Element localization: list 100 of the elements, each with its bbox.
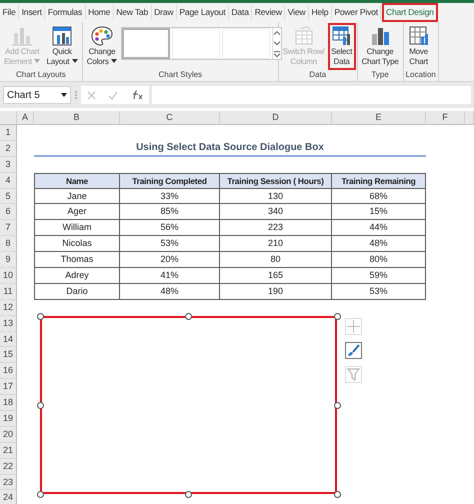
row-header[interactable]: 2 <box>0 140 17 157</box>
row-header[interactable]: 22 <box>0 458 17 475</box>
ribbon-tab[interactable]: Help <box>308 5 332 20</box>
table-cell: 80 <box>220 252 332 268</box>
caret-icon <box>111 59 118 64</box>
bar-chart-icon <box>369 25 392 47</box>
row-header[interactable]: 8 <box>0 236 17 252</box>
ribbon-tab[interactable]: New Tab <box>114 5 152 20</box>
ribbon-button[interactable]: Select Data <box>328 24 355 69</box>
table-cell: 41% <box>120 268 220 284</box>
table-cell: 53% <box>120 236 220 252</box>
grid-icon <box>292 25 315 47</box>
row-header[interactable]: 5 <box>0 188 17 204</box>
table-cell: 340 <box>220 204 332 220</box>
ribbon-tab[interactable]: View <box>285 5 309 20</box>
table-cell: 33% <box>120 188 220 204</box>
grip-icon <box>74 88 78 101</box>
column-heading: Training Session ( Hours) <box>220 172 332 189</box>
table-cell: 85% <box>120 204 220 220</box>
row-header[interactable]: 18 <box>0 395 17 412</box>
row-header[interactable]: 16 <box>0 363 17 380</box>
row-header[interactable]: 4 <box>0 172 17 189</box>
style-thumbnail[interactable] <box>122 28 170 59</box>
grid-chart-icon <box>408 25 430 47</box>
ribbon-tab[interactable]: Review <box>252 5 286 20</box>
ribbon-tab[interactable]: Page Layout <box>176 5 229 20</box>
group-label: Data <box>308 69 328 81</box>
ribbon-button[interactable]: Change Chart Type <box>360 24 401 69</box>
table-cell: 165 <box>220 268 332 284</box>
table-cell: 59% <box>332 268 426 284</box>
resize-handle[interactable] <box>36 312 44 320</box>
table-cell: Nicolas <box>34 236 120 252</box>
column-header[interactable]: F <box>426 111 465 125</box>
group-label: Chart Styles <box>157 69 204 81</box>
row-header[interactable]: 6 <box>0 204 17 220</box>
column-header[interactable]: E <box>332 111 426 125</box>
row-header[interactable]: 21 <box>0 442 17 459</box>
row-header[interactable]: 3 <box>0 156 17 173</box>
row-header[interactable]: 15 <box>0 347 17 364</box>
chart-area[interactable] <box>40 316 337 494</box>
resize-handle[interactable] <box>36 490 44 498</box>
row-header[interactable]: 11 <box>0 284 17 300</box>
row-header[interactable]: 24 <box>0 490 17 504</box>
table-cell: Jane <box>34 188 120 204</box>
row-header[interactable]: 1 <box>0 125 17 141</box>
ribbon-tab[interactable]: Power Pivot <box>332 5 382 20</box>
table-cell: 68% <box>332 188 426 204</box>
resize-handle[interactable] <box>36 402 44 408</box>
table-cell: 20% <box>120 252 220 268</box>
ribbon-tab[interactable]: Draw <box>152 5 177 20</box>
ribbon-button[interactable]: Quick Layout <box>44 24 80 69</box>
more-icon[interactable] <box>273 48 282 59</box>
resize-handle[interactable] <box>185 312 192 320</box>
ribbon-tab[interactable]: Formulas <box>45 5 86 20</box>
table-chart-icon <box>330 25 353 47</box>
column-heading: Training Completed <box>120 172 220 189</box>
check-icon[interactable] <box>108 90 118 100</box>
table-cell: 210 <box>220 236 332 252</box>
column-header[interactable]: D <box>220 111 332 125</box>
layout-icon <box>51 25 74 47</box>
ribbon-button[interactable]: Move Chart <box>406 24 432 69</box>
table-cell: William <box>34 220 120 236</box>
ribbon-tab[interactable]: Insert <box>19 5 46 20</box>
row-header[interactable]: 7 <box>0 220 17 236</box>
table-cell: Adrey <box>34 268 120 284</box>
filter-icon <box>347 368 360 381</box>
column-header[interactable]: C <box>120 111 220 125</box>
row-header[interactable]: 12 <box>0 300 17 316</box>
ribbon-tab[interactable]: File <box>0 5 20 20</box>
table-cell: 15% <box>332 204 426 220</box>
column-header[interactable]: B <box>34 111 120 125</box>
chart-tool-button[interactable] <box>345 342 362 359</box>
ribbon-tab[interactable]: Home <box>86 5 114 20</box>
row-header[interactable]: 10 <box>0 268 17 284</box>
row-header[interactable]: 19 <box>0 411 17 427</box>
row-header[interactable]: 23 <box>0 474 17 490</box>
plus-icon <box>347 320 360 333</box>
table-cell: 190 <box>220 284 332 300</box>
column-header[interactable]: A <box>17 111 34 125</box>
table-cell: 53% <box>332 284 426 300</box>
row-header[interactable]: 20 <box>0 426 17 443</box>
column-heading: Training Remaining <box>332 172 426 189</box>
bar-chart-icon <box>11 25 34 47</box>
table-cell: 56% <box>120 220 220 236</box>
group-label: Type <box>370 69 390 81</box>
function-icon[interactable] <box>130 90 143 100</box>
row-header[interactable]: 17 <box>0 379 17 396</box>
ribbon-tab[interactable]: Data <box>228 5 252 20</box>
group-label: Chart Layouts <box>14 69 67 81</box>
row-header[interactable]: 13 <box>0 316 17 332</box>
row-header[interactable]: 14 <box>0 332 17 348</box>
ribbon-button[interactable]: Change Colors <box>84 24 120 69</box>
name-box[interactable]: Chart 5 <box>3 86 71 104</box>
column-heading: Name <box>34 172 120 189</box>
table-cell: 223 <box>220 220 332 236</box>
caret-icon[interactable] <box>61 92 67 97</box>
caret-icon <box>34 59 40 64</box>
ribbon-tab[interactable]: Chart Design <box>383 4 438 21</box>
resize-handle[interactable] <box>334 312 340 320</box>
row-header[interactable]: 9 <box>0 252 17 268</box>
